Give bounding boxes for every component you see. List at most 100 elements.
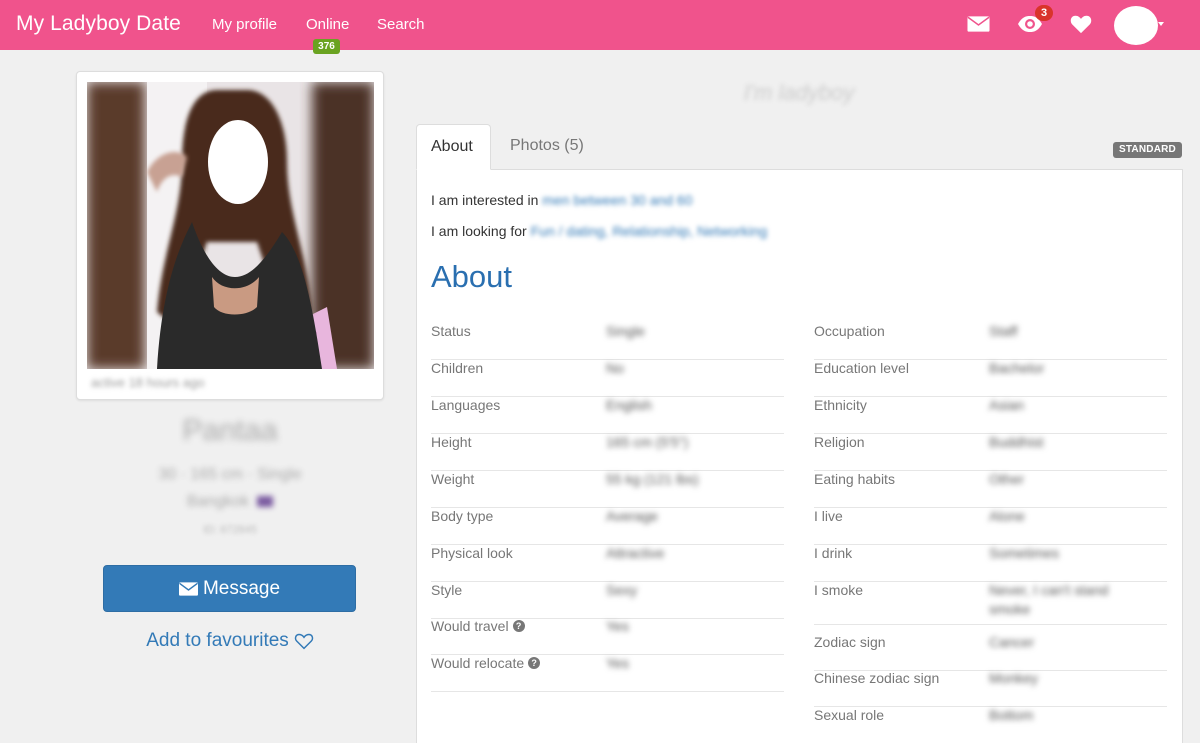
help-icon[interactable]: ? <box>512 620 525 632</box>
membership-badge: STANDARD <box>1113 142 1182 158</box>
attr-label: Ethnicity <box>814 397 867 413</box>
attr-row-eating-habits: Eating habits Other <box>814 471 1167 508</box>
attr-row-languages: Languages English <box>431 397 784 434</box>
attr-label: Status <box>431 323 471 339</box>
attr-label: I smoke <box>814 582 864 598</box>
attr-value: Average <box>606 508 658 524</box>
profile-photo[interactable] <box>87 82 374 369</box>
attr-row-would-travel: Would travel? Yes <box>431 618 784 655</box>
attr-label: Zodiac sign <box>814 634 886 650</box>
attr-value: Monkey <box>989 670 1039 686</box>
attr-value: 165 cm (5'5") <box>606 434 689 450</box>
attr-row-would-relocate: Would relocate? Yes <box>431 655 784 692</box>
attr-value: Asian <box>989 397 1025 413</box>
attr-label: Would travel? <box>431 618 525 634</box>
attr-label: Body type <box>431 508 494 524</box>
attr-value: Buddhist <box>989 434 1044 450</box>
attr-row-chinese-zodiac: Chinese zodiac sign Monkey <box>814 670 1167 707</box>
attr-label-text: Would relocate <box>431 655 525 671</box>
profile-photo-card: active 18 hours ago <box>76 71 384 400</box>
about-heading: About <box>431 259 513 294</box>
attr-value: 55 kg (121 lbs) <box>606 471 699 487</box>
nav-my-profile[interactable]: My profile <box>212 16 277 33</box>
attr-label: Occupation <box>814 323 885 339</box>
attr-value: Bottom <box>989 707 1034 723</box>
attr-row-status: Status Single <box>431 323 784 360</box>
message-button-label: Message <box>202 577 281 599</box>
attr-label: Height <box>431 434 472 450</box>
attr-label: Weight <box>431 471 475 487</box>
attr-row-sexual-role: Sexual role Bottom <box>814 707 1167 743</box>
attr-row-religion: Religion Buddhist <box>814 434 1167 471</box>
looking-for-value[interactable]: Fun / dating, Relationship, Networking <box>531 223 768 239</box>
chevron-down-icon[interactable] <box>1158 22 1164 26</box>
attr-row-occupation: Occupation Staff <box>814 323 1167 360</box>
tab-photos[interactable]: Photos (5) <box>496 124 598 170</box>
attr-row-i-drink: I drink Sometimes <box>814 545 1167 582</box>
attr-label: Chinese zodiac sign <box>814 670 940 686</box>
interested-in-label: I am interested in <box>431 192 539 208</box>
attr-row-ethnicity: Ethnicity Asian <box>814 397 1167 434</box>
attr-row-zodiac: Zodiac sign Cancer <box>814 634 1167 671</box>
attr-value: Attractive <box>606 545 665 561</box>
interested-in-value[interactable]: men between 30 and 60 <box>542 192 692 208</box>
add-to-favourites-link[interactable]: Add to favourites <box>76 630 384 652</box>
attr-label: Languages <box>431 397 501 413</box>
attr-label: Eating habits <box>814 471 895 487</box>
attr-row-education: Education level Bachelor <box>814 360 1167 397</box>
attr-value: Never, I can't stand <box>989 582 1109 598</box>
attr-label: I live <box>814 508 843 524</box>
looking-for-line: I am looking for Fun / dating, Relations… <box>431 223 767 239</box>
profile-meta: 30 · 165 cm · Single Bangkok <box>76 461 384 515</box>
attr-label: Education level <box>814 360 909 376</box>
profile-location: Bangkok <box>186 493 250 510</box>
attr-row-i-live: I live Alone <box>814 508 1167 545</box>
top-navbar: My Ladyboy Date My profile Online Search… <box>0 0 1200 50</box>
heart-icon[interactable] <box>1070 13 1092 35</box>
attr-value: Yes <box>606 655 629 671</box>
attr-value: Cancer <box>989 634 1035 650</box>
mail-icon[interactable] <box>967 13 990 35</box>
attr-row-style: Style Sexy <box>431 582 784 619</box>
attr-value: Alone <box>989 508 1025 524</box>
attr-label: Religion <box>814 434 865 450</box>
message-button[interactable]: Message <box>103 565 356 612</box>
attr-label-text: Would travel <box>431 618 509 634</box>
profile-id: ID: 672845 <box>203 524 257 536</box>
attr-label: Would relocate? <box>431 655 541 671</box>
attr-row-physical-look: Physical look Attractive <box>431 545 784 582</box>
nav-online[interactable]: Online <box>306 16 349 33</box>
attr-value: Staff <box>989 323 1018 339</box>
attr-value: Sometimes <box>989 545 1060 561</box>
attr-row-weight: Weight 55 kg (121 lbs) <box>431 471 784 508</box>
profile-tagline: I'm ladyboy <box>743 80 855 105</box>
attr-label: Physical look <box>431 545 513 561</box>
heart-outline-icon <box>294 633 313 650</box>
online-count-badge: 376 <box>313 39 340 54</box>
last-active-text: active 18 hours ago <box>91 375 205 390</box>
attr-row-children: Children No <box>431 360 784 397</box>
attr-label: I drink <box>814 545 853 561</box>
profile-meta-line1: 30 · 165 cm · Single <box>158 466 302 483</box>
attr-value-continued: smoke <box>989 601 1031 617</box>
attr-row-height: Height 165 cm (5'5") <box>431 434 784 471</box>
interested-in-line: I am interested in men between 30 and 60 <box>431 192 693 208</box>
help-icon[interactable]: ? <box>528 657 541 669</box>
user-avatar[interactable] <box>1114 6 1158 45</box>
nav-search[interactable]: Search <box>377 16 425 33</box>
profile-meta-line2: Bangkok <box>76 488 384 515</box>
views-count-badge: 3 <box>1035 5 1053 21</box>
flag-icon <box>257 496 274 508</box>
tab-about[interactable]: About <box>416 124 491 170</box>
attr-value: Single <box>606 323 645 339</box>
envelope-icon <box>178 581 198 596</box>
attr-label: Sexual role <box>814 707 885 723</box>
attr-value: Other <box>989 471 1025 487</box>
attr-row-i-smoke: I smoke Never, I can't stand smoke <box>814 582 1167 625</box>
attr-value: No <box>606 360 624 376</box>
profile-name: Pantaa <box>182 414 278 447</box>
attr-label: Children <box>431 360 484 376</box>
attr-row-body-type: Body type Average <box>431 508 784 545</box>
attr-value: Sexy <box>606 582 638 598</box>
brand-logo[interactable]: My Ladyboy Date <box>16 12 181 36</box>
